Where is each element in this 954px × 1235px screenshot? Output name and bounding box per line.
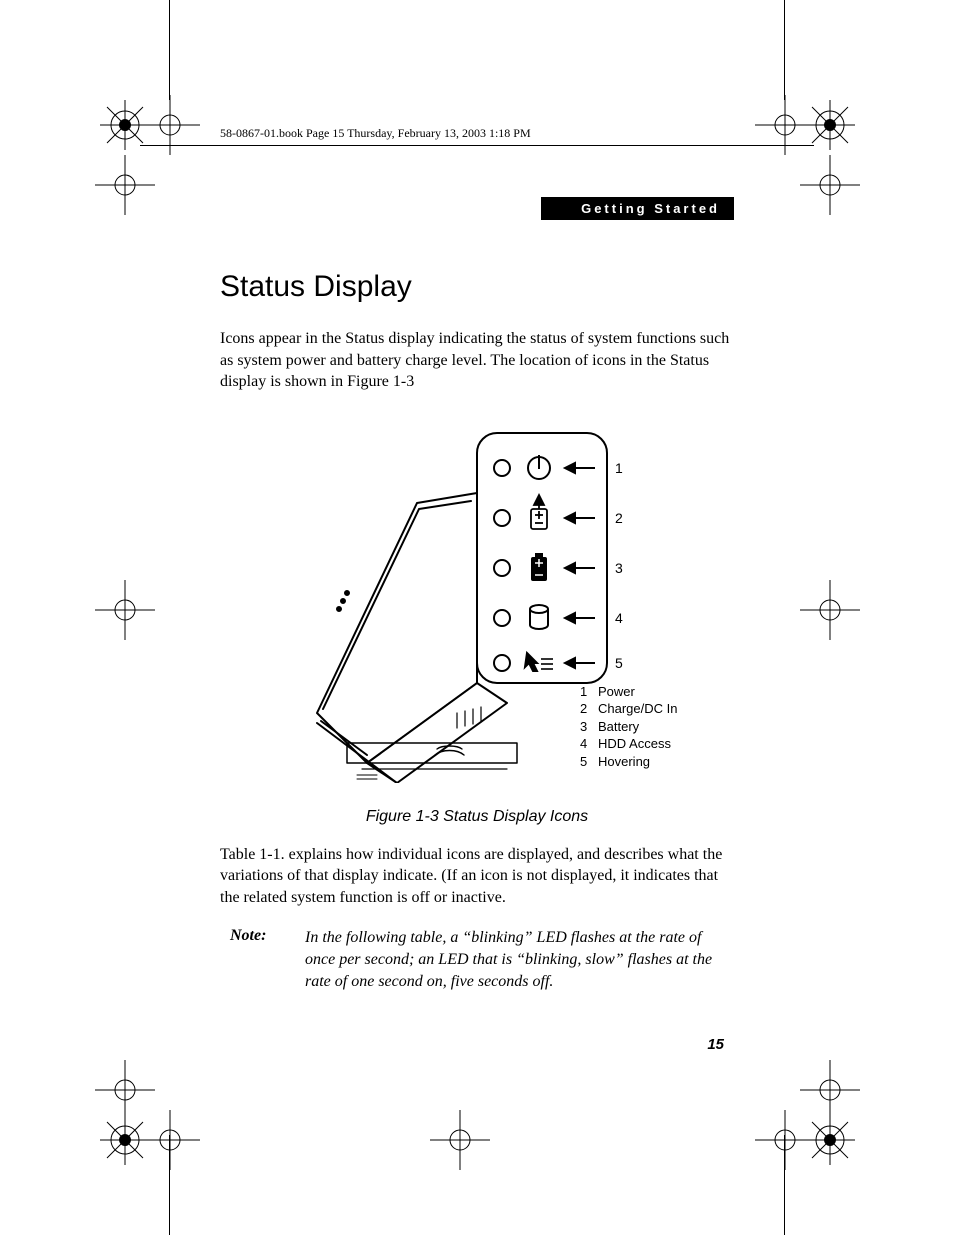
legend-row: 4HDD Access — [580, 735, 677, 753]
regmark-tr-outer — [800, 95, 860, 155]
regmark-tr-lower — [800, 155, 860, 215]
header-rule — [140, 145, 814, 146]
regmark-tr-inner — [755, 95, 815, 155]
running-header: 58-0867-01.book Page 15 Thursday, Februa… — [220, 126, 531, 141]
callout-number: 4 — [615, 610, 623, 626]
intro-paragraph: Icons appear in the Status display indic… — [220, 328, 734, 393]
after-figure-paragraph: Table 1-1. explains how individual icons… — [220, 844, 734, 909]
regmark-tl-inner — [140, 95, 200, 155]
figure-caption: Figure 1-3 Status Display Icons — [220, 808, 734, 826]
figure-legend: 1Power 2Charge/DC In 3Battery 4HDD Acces… — [580, 683, 677, 771]
note-text: In the following table, a “blinking” LED… — [305, 927, 734, 994]
note-block: Note: In the following table, a “blinkin… — [220, 927, 734, 994]
regmark-br-upper — [800, 1060, 860, 1120]
legend-row: 5Hovering — [580, 753, 677, 771]
page-number: 15 — [707, 1036, 724, 1053]
crop-line — [784, 0, 785, 100]
figure-1-3: 1 2 — [220, 423, 734, 826]
regmark-bl-upper — [95, 1060, 155, 1120]
crop-line — [169, 1135, 170, 1235]
regmark-bc — [430, 1110, 490, 1170]
regmark-bl-outer — [95, 1110, 155, 1170]
legend-row: 2Charge/DC In — [580, 700, 677, 718]
regmark-mr — [800, 580, 860, 640]
legend-row: 1Power — [580, 683, 677, 701]
regmark-bl-inner — [140, 1110, 200, 1170]
section-label: Getting Started — [541, 197, 734, 220]
note-label: Note: — [230, 927, 305, 994]
regmark-tl-outer — [95, 95, 155, 155]
page-title: Status Display — [220, 270, 734, 304]
regmark-br-outer — [800, 1110, 860, 1170]
regmark-ml — [95, 580, 155, 640]
callout-number: 5 — [615, 655, 623, 671]
battery-icon — [531, 553, 547, 581]
crop-line — [784, 1135, 785, 1235]
callout-number: 3 — [615, 560, 623, 576]
regmark-tl-lower — [95, 155, 155, 215]
regmark-br-inner — [755, 1110, 815, 1170]
legend-row: 3Battery — [580, 718, 677, 736]
callout-number: 2 — [615, 510, 623, 526]
crop-line — [169, 0, 170, 100]
callout-number: 1 — [615, 460, 623, 476]
